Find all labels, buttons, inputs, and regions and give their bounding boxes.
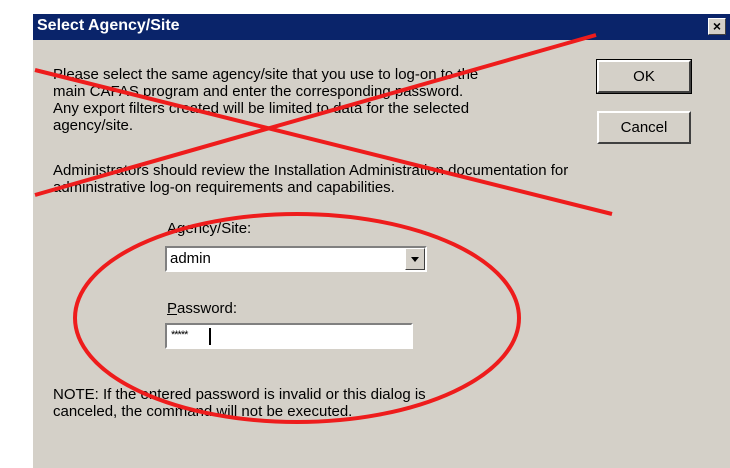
intro-line: main CAFAS program and enter the corresp… <box>53 83 464 100</box>
text-caret <box>209 328 211 345</box>
dropdown-button[interactable] <box>405 248 425 270</box>
password-label-mnemonic: P <box>167 300 178 317</box>
intro-line: agency/site. <box>53 117 134 134</box>
intro-line: Any export filters created will be limit… <box>53 100 470 117</box>
admin-note-line: administrative log-on requirements and c… <box>53 179 395 196</box>
intro-line: Please select the same agency/site that … <box>53 66 479 83</box>
title-bar: Select Agency/Site × <box>33 14 730 40</box>
close-button[interactable]: × <box>708 18 726 35</box>
admin-note-text: Administrators should review the Install… <box>53 162 568 196</box>
password-field[interactable]: ***** <box>165 323 413 349</box>
note-line: NOTE: If the entered password is invalid… <box>53 386 426 403</box>
dialog-title: Select Agency/Site <box>37 17 180 34</box>
close-icon: × <box>712 18 722 34</box>
cancel-button[interactable]: Cancel <box>597 111 691 144</box>
password-label-text: assword: <box>177 300 238 317</box>
agency-site-label: Agency/Site: <box>167 220 252 237</box>
select-agency-dialog: Select Agency/Site × Please select the s… <box>33 14 730 468</box>
chevron-down-icon <box>411 257 419 262</box>
intro-text: Please select the same agency/site that … <box>53 66 478 134</box>
note-line: canceled, the command will not be execut… <box>53 403 353 420</box>
agency-site-select[interactable]: admin <box>165 246 427 272</box>
password-value: ***** <box>171 329 188 341</box>
admin-note-line: Administrators should review the Install… <box>53 162 569 179</box>
agency-site-value: admin <box>170 250 211 267</box>
ok-button[interactable]: OK <box>596 59 692 94</box>
password-label: Password: <box>167 300 237 317</box>
note-text: NOTE: If the entered password is invalid… <box>53 386 426 420</box>
